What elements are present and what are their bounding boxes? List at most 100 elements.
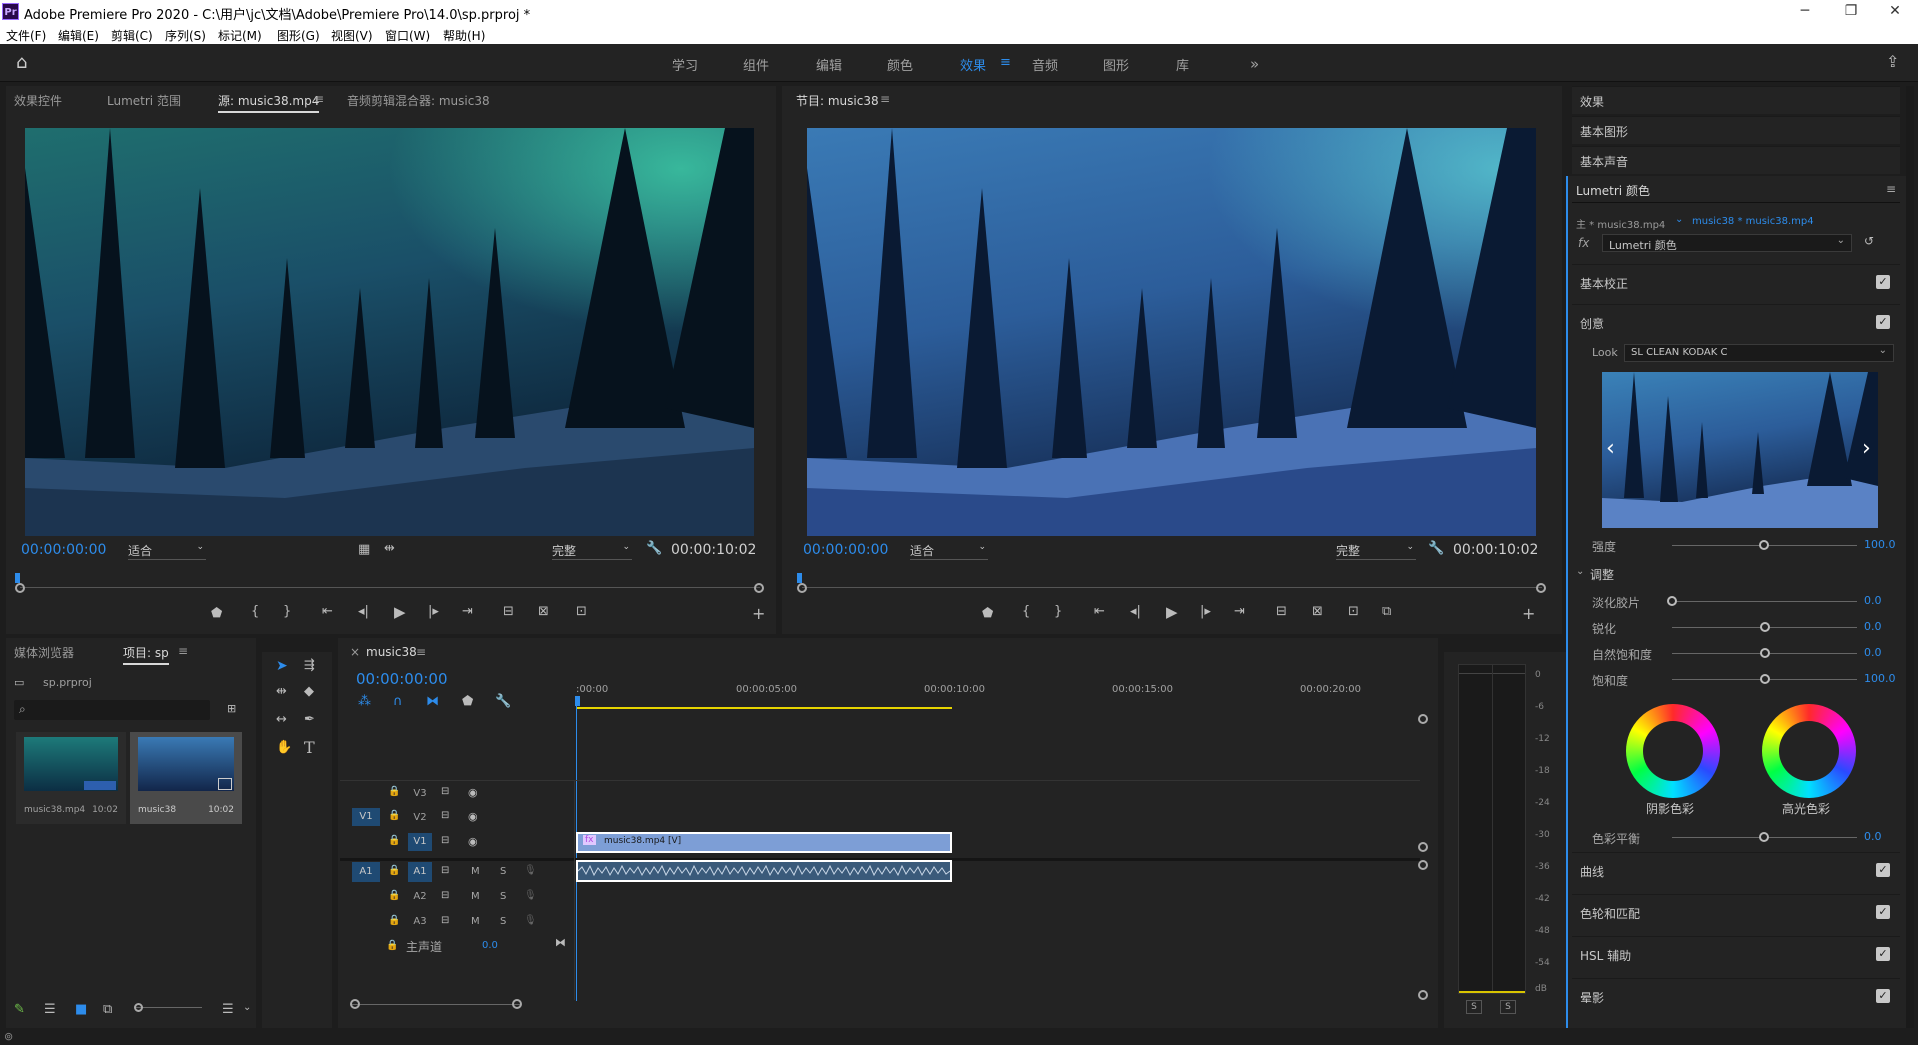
timeline-zoom-end-handle[interactable] (512, 999, 522, 1009)
type-tool-icon[interactable]: T (304, 738, 315, 757)
source-zoom-end-handle[interactable] (754, 583, 764, 593)
menu-file[interactable]: 文件(F) (6, 27, 46, 44)
project-item-selected[interactable]: music38 10:02 (130, 732, 242, 824)
timeline-zoom-bar[interactable] (350, 1004, 520, 1005)
track-label-v2[interactable]: V2 (408, 809, 432, 827)
right-panel-scrollbar[interactable] (1906, 86, 1914, 1028)
sequence-clip-label[interactable]: music38 * music38.mp4 (1692, 216, 1814, 227)
timeline-zoom-start-handle[interactable] (350, 999, 360, 1009)
eye-icon[interactable]: ◉ (468, 786, 478, 799)
checkbox-checked-icon[interactable]: ✓ (1876, 315, 1890, 329)
lumetri-menu-icon[interactable]: ≡ (1886, 182, 1896, 196)
workspace-color[interactable]: 颜色 (887, 55, 913, 74)
section-basic-correction[interactable]: 基本校正 ✓ (1572, 264, 1900, 298)
section-curves[interactable]: 曲线 ✓ (1572, 852, 1900, 886)
solo-button[interactable]: S (500, 866, 506, 877)
audio-scroll-top-handle[interactable] (1418, 860, 1428, 870)
work-area-bar[interactable] (576, 707, 952, 709)
meter-solo-right-button[interactable]: S (1500, 1000, 1516, 1014)
look-prev-chevron-left-icon[interactable]: ‹ (1606, 436, 1615, 461)
source-scrub-bar[interactable] (20, 587, 760, 588)
insert-overwrite-icon[interactable]: ⇹ (384, 541, 395, 556)
slider-value[interactable]: 0.0 (1864, 620, 1882, 633)
freeform-view-icon[interactable]: ⧉ (103, 1002, 112, 1017)
intensity-value[interactable]: 100.0 (1864, 538, 1896, 551)
tab-media-browser[interactable]: 媒体浏览器 (14, 644, 74, 661)
panel-effects[interactable]: 效果 (1572, 86, 1900, 114)
track-label-v3[interactable]: V3 (408, 785, 432, 803)
slider-knob[interactable] (1759, 674, 1770, 684)
solo-button[interactable]: S (500, 891, 506, 902)
slip-tool-icon[interactable]: ↔ (276, 712, 287, 727)
menu-edit[interactable]: 编辑(E) (58, 27, 99, 44)
more-workspaces-icon[interactable]: » (1250, 55, 1259, 73)
chevron-down-icon[interactable]: ⌄ (243, 1002, 251, 1013)
mark-in-icon[interactable]: { (1022, 604, 1030, 619)
program-tab-menu-icon[interactable]: ≡ (880, 92, 890, 106)
icon-view-icon[interactable]: ■ (75, 1002, 87, 1017)
thumbnail-size-slider[interactable] (136, 1007, 202, 1008)
eye-icon[interactable]: ◉ (468, 835, 478, 848)
menu-sequence[interactable]: 序列(S) (165, 27, 206, 44)
lumetri-panel-title[interactable]: Lumetri 颜色 (1576, 182, 1650, 199)
lock-icon[interactable]: 🔒 (386, 940, 398, 951)
solo-button[interactable]: S (500, 916, 506, 927)
workspace-assembly[interactable]: 组件 (743, 55, 769, 74)
step-back-icon[interactable]: ◂| (1130, 604, 1141, 619)
highlight-tint-wheel[interactable] (1762, 704, 1856, 798)
tab-sequence[interactable]: music38 (366, 645, 417, 661)
tab-effect-controls[interactable]: 效果控件 (14, 92, 62, 109)
workspace-audio[interactable]: 音频 (1032, 55, 1058, 74)
step-forward-icon[interactable]: |▸ (428, 604, 439, 619)
lock-icon[interactable]: 🔒 (388, 915, 400, 926)
pencil-write-icon[interactable]: ✎ (14, 1002, 25, 1017)
microphone-icon[interactable]: 🎙 (524, 890, 537, 901)
workspace-graphics[interactable]: 图形 (1103, 55, 1129, 74)
workspace-learn[interactable]: 学习 (672, 55, 698, 74)
tint-balance-value[interactable]: 0.0 (1864, 830, 1882, 843)
linked-selection-icon[interactable]: ⧓ (426, 694, 439, 709)
microphone-icon[interactable]: 🎙 (524, 915, 537, 926)
lock-icon[interactable]: 🔒 (388, 890, 400, 901)
slider-knob[interactable] (1759, 648, 1770, 658)
mute-button[interactable]: M (471, 891, 480, 902)
shadow-tint-wheel[interactable] (1626, 704, 1720, 798)
track-label-a1[interactable]: A1 (408, 862, 432, 882)
intensity-knob[interactable] (1759, 540, 1769, 550)
go-to-in-icon[interactable]: ⇤ (1094, 604, 1105, 619)
project-tab-menu-icon[interactable]: ≡ (178, 644, 188, 658)
sort-icon[interactable]: ☰ (222, 1002, 234, 1017)
slider-knob[interactable] (1667, 596, 1677, 606)
workspace-editing[interactable]: 编辑 (816, 55, 842, 74)
sync-lock-icon[interactable]: ⊟ (441, 865, 449, 876)
track-label-a2[interactable]: A2 (408, 887, 432, 907)
menu-help[interactable]: 帮助(H) (443, 27, 485, 44)
program-scrub-bar[interactable] (802, 587, 1542, 588)
mark-out-icon[interactable]: } (1054, 604, 1062, 619)
add-marker-icon[interactable]: ⬟ (982, 606, 993, 621)
checkbox-checked-icon[interactable]: ✓ (1876, 863, 1890, 877)
source-timecode-in[interactable]: 00:00:00:00 (21, 542, 106, 558)
adjust-label[interactable]: 调整 (1590, 566, 1614, 583)
step-back-icon[interactable]: ◂| (358, 604, 369, 619)
reset-effect-icon[interactable]: ↺ (1864, 234, 1874, 248)
go-to-out-icon[interactable]: ⇥ (1234, 604, 1245, 619)
chevron-down-icon[interactable]: ⌄ (1675, 214, 1683, 225)
source-zoom-start-handle[interactable] (15, 583, 25, 593)
source-tab-menu-icon[interactable]: ≡ (314, 92, 324, 106)
lock-icon[interactable]: 🔒 (388, 810, 400, 821)
chevron-down-icon[interactable]: ⌄ (1576, 566, 1584, 577)
tab-project[interactable]: 项目: sp (123, 644, 169, 665)
section-creative[interactable]: 创意 ✓ (1572, 304, 1900, 338)
look-next-chevron-right-icon[interactable]: › (1862, 436, 1871, 461)
program-fit-dropdown[interactable]: 适合 ⌄ (910, 542, 988, 560)
tab-program[interactable]: 节目: music38 (796, 92, 879, 111)
source-quality-dropdown[interactable]: 完整 ⌄ (552, 542, 632, 560)
play-icon[interactable]: ▶ (394, 603, 406, 621)
menu-view[interactable]: 视图(V) (331, 27, 373, 44)
add-marker-icon[interactable]: ⬟ (211, 606, 222, 621)
close-icon[interactable]: ✕ (1872, 0, 1918, 24)
new-bin-search-icon[interactable]: ⊞ (227, 702, 236, 715)
program-quality-dropdown[interactable]: 完整 ⌄ (1336, 542, 1416, 560)
sequence-tab-menu-icon[interactable]: ≡ (416, 645, 426, 659)
